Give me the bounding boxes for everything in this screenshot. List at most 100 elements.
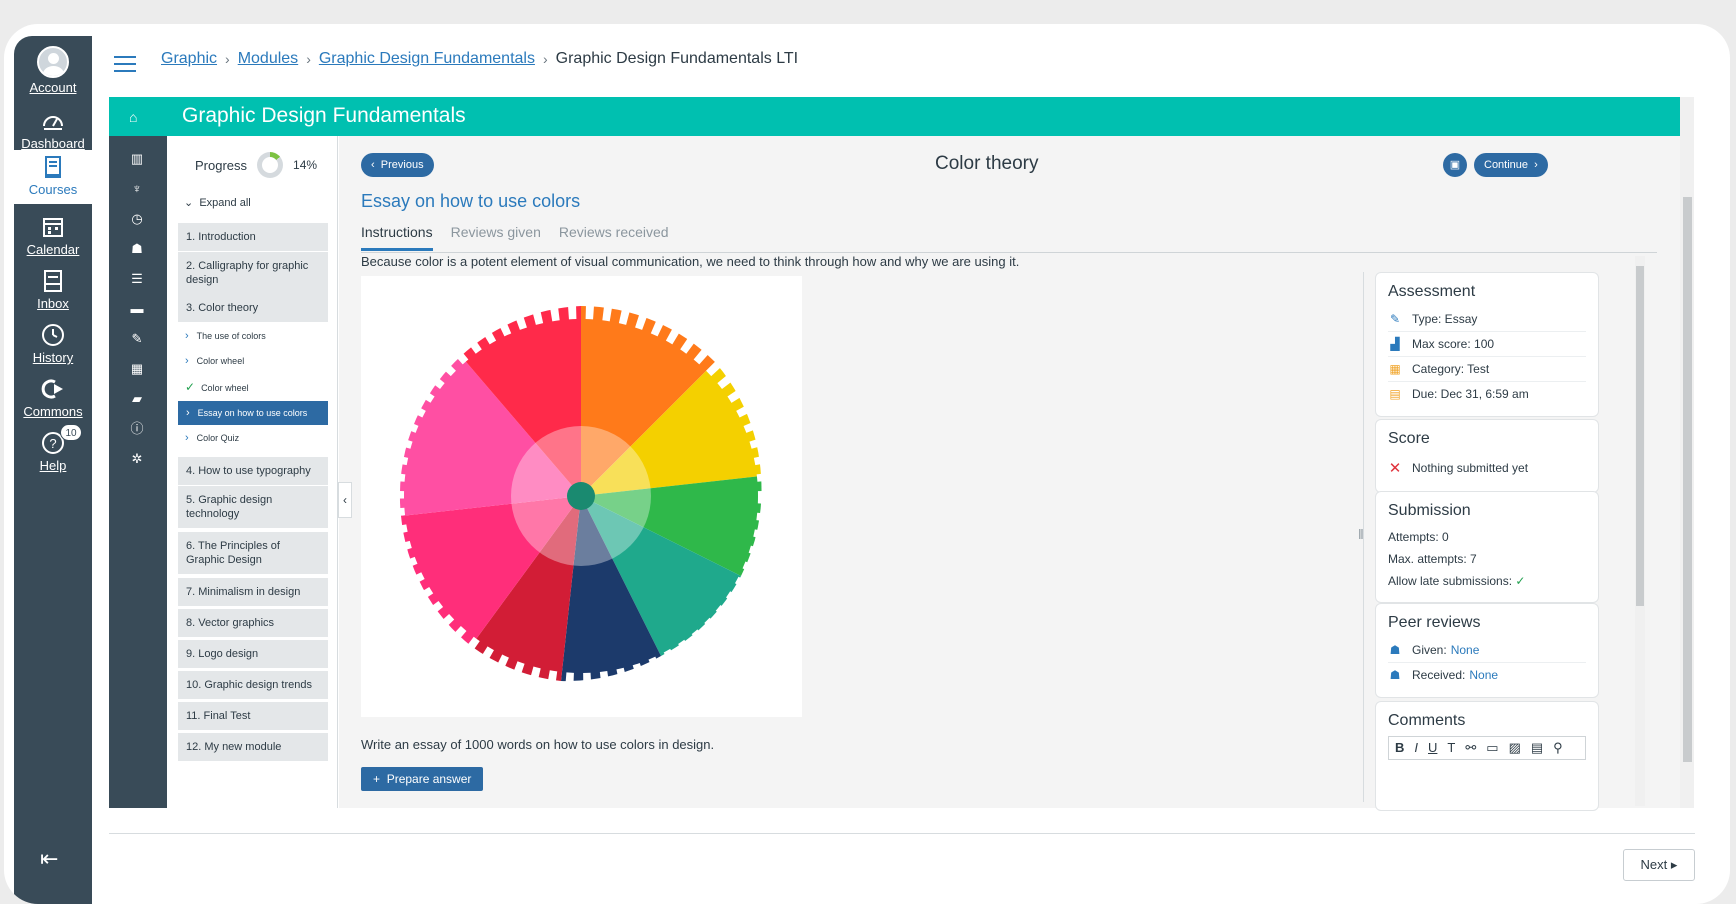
chevron-right-icon: ›	[185, 355, 189, 367]
nav-courses-label: Courses	[28, 182, 78, 197]
clock-icon[interactable]: ◷	[129, 212, 145, 226]
nav-dashboard-label: Dashboard	[21, 136, 85, 151]
assessment-due-row: ▤ Due: Dec 31, 6:59 am	[1388, 382, 1586, 406]
courses-icon	[45, 156, 61, 178]
breadcrumb-link-modules[interactable]: Modules	[238, 50, 298, 68]
assessment-panel: Assessment ✎ Type: Essay ▟ Max score: 100 …	[1375, 272, 1599, 417]
trophy-icon[interactable]: ♆	[129, 182, 145, 196]
nav-commons[interactable]: Commons	[14, 376, 92, 419]
nav-account[interactable]: Account	[14, 46, 92, 95]
module-item[interactable]: 11. Final Test	[178, 702, 328, 730]
assessment-due: Due: Dec 31, 6:59 am	[1412, 387, 1529, 401]
tab-instructions[interactable]: Instructions	[361, 224, 433, 251]
resize-handle-icon[interactable]: ‖	[1358, 526, 1364, 542]
underline-icon[interactable]: U	[1428, 740, 1437, 756]
peer-given-link[interactable]: None	[1451, 643, 1480, 657]
nav-help[interactable]: ? 10 Help	[14, 424, 92, 473]
panel-scrollbar-thumb[interactable]	[1636, 266, 1644, 606]
folder-icon[interactable]: ▰	[129, 392, 145, 406]
module-sidebar: Progress 14% ⌄ Expand all 1. Introductio…	[167, 136, 338, 808]
progress-value: 14%	[293, 158, 318, 172]
next-label: Next	[1640, 857, 1668, 872]
edit-icon[interactable]: ✎	[129, 332, 145, 346]
course-tools: ▥ ♆ ◷ ☗ ☰ ▬ ✎ ▦ ▰ ⓘ ✲	[109, 136, 167, 808]
module-item[interactable]: 2. Calligraphy for graphic design	[178, 252, 328, 294]
module-item[interactable]: 6. The Principles of Graphic Design	[178, 532, 328, 574]
score-panel: Score ✕ Nothing submitted yet	[1375, 419, 1599, 493]
microphone-icon[interactable]: ⚲	[1553, 740, 1563, 756]
home-icon[interactable]: ⌂	[129, 109, 137, 125]
calendar-icon	[43, 218, 63, 237]
subitem-label: Color Quiz	[196, 433, 240, 443]
list-icon[interactable]: ☰	[129, 272, 145, 286]
course-title: Graphic Design Fundamentals	[182, 104, 466, 127]
module-item[interactable]: 12. My new module	[178, 733, 328, 761]
breadcrumb-link-graphic[interactable]: Graphic	[161, 50, 217, 68]
peer-title: Peer reviews	[1388, 614, 1481, 631]
calendar-icon[interactable]: ▦	[129, 362, 145, 376]
prepare-answer-button[interactable]: + Prepare answer	[361, 767, 484, 791]
module-subitem-active[interactable]: › Essay on how to use colors	[178, 401, 328, 425]
page-title: Color theory	[935, 153, 1039, 174]
module-subitem[interactable]: › Color wheel	[185, 355, 244, 367]
media-icon[interactable]: ▤	[1531, 740, 1543, 756]
tab-reviews-given[interactable]: Reviews given	[451, 224, 541, 251]
link-icon[interactable]: ⚯	[1465, 740, 1476, 756]
nav-inbox[interactable]: Inbox	[14, 268, 92, 311]
module-item[interactable]: 3. Color theory	[178, 294, 328, 322]
module-item[interactable]: 5. Graphic design technology	[178, 486, 328, 528]
collapse-nav-icon[interactable]: ⇤	[40, 846, 58, 872]
module-item[interactable]: 8. Vector graphics	[178, 609, 328, 637]
chevron-right-icon: ›	[306, 51, 311, 67]
activity-heading: Essay on how to use colors	[361, 191, 581, 211]
nav-history[interactable]: History	[14, 322, 92, 365]
breadcrumb-link-course[interactable]: Graphic Design Fundamentals	[319, 50, 535, 68]
subitem-label: Essay on how to use colors	[197, 408, 308, 418]
collapse-sidebar-button[interactable]: ‹	[338, 482, 352, 518]
module-item[interactable]: 9. Logo design	[178, 640, 328, 668]
continue-button[interactable]: Continue ›	[1474, 153, 1548, 177]
next-button[interactable]: Next ▸	[1623, 849, 1695, 881]
peer-received-label: Received:	[1412, 668, 1466, 682]
gift-icon[interactable]: ▥	[129, 152, 145, 166]
subitem-label: Color wheel	[201, 383, 249, 393]
page-scrollbar[interactable]	[1680, 97, 1694, 808]
peer-received-link[interactable]: None	[1469, 668, 1498, 682]
module-item[interactable]: 7. Minimalism in design	[178, 578, 328, 606]
module-subitem[interactable]: ✓ Color wheel	[185, 380, 249, 394]
clear-format-icon[interactable]: T	[1447, 740, 1455, 756]
nav-calendar[interactable]: Calendar	[14, 214, 92, 257]
nav-courses[interactable]: Courses	[14, 150, 92, 204]
italic-icon[interactable]: I	[1414, 740, 1418, 756]
help-badge: 10	[60, 424, 82, 441]
previous-button[interactable]: ‹ Previous	[361, 153, 434, 177]
plus-icon: +	[373, 772, 381, 786]
panel-scrollbar[interactable]	[1635, 256, 1645, 806]
nav-calendar-label: Calendar	[26, 242, 80, 257]
module-subitem[interactable]: › The use of colors	[185, 330, 266, 342]
menu-toggle-button[interactable]	[114, 56, 136, 72]
module-item[interactable]: 4. How to use typography	[178, 457, 328, 485]
module-subitem[interactable]: › Color Quiz	[185, 432, 239, 444]
module-item[interactable]: 1. Introduction	[178, 223, 328, 251]
comment-editor-toolbar: B I U T ⚯ ▭ ▨ ▤ ⚲	[1388, 736, 1586, 760]
tab-reviews-received[interactable]: Reviews received	[559, 224, 669, 251]
submission-max-attempts: Max. attempts: 7	[1388, 552, 1477, 566]
module-item[interactable]: 10. Graphic design trends	[178, 671, 328, 699]
settings-icon[interactable]: ✲	[129, 452, 145, 466]
users-icon[interactable]: ☗	[129, 242, 145, 256]
info-icon[interactable]: ⓘ	[129, 422, 145, 436]
nav-help-label: Help	[39, 458, 67, 473]
image-icon[interactable]: ▨	[1509, 740, 1521, 756]
chat-icon[interactable]: ▬	[129, 302, 145, 316]
app-frame: Account Dashboard Courses Calendar Inbox…	[4, 24, 1730, 904]
nav-commons-label: Commons	[23, 404, 83, 419]
print-icon[interactable]: ▣	[1443, 153, 1467, 177]
bold-icon[interactable]: B	[1395, 740, 1404, 756]
nav-dashboard[interactable]: Dashboard	[14, 108, 92, 151]
document-icon[interactable]: ▭	[1486, 740, 1498, 756]
page-scrollbar-thumb[interactable]	[1683, 197, 1692, 762]
continue-label: Continue	[1484, 159, 1529, 171]
submission-panel: Submission Attempts: 0 Max. attempts: 7 …	[1375, 491, 1599, 603]
expand-all-button[interactable]: ⌄ Expand all	[184, 196, 251, 209]
